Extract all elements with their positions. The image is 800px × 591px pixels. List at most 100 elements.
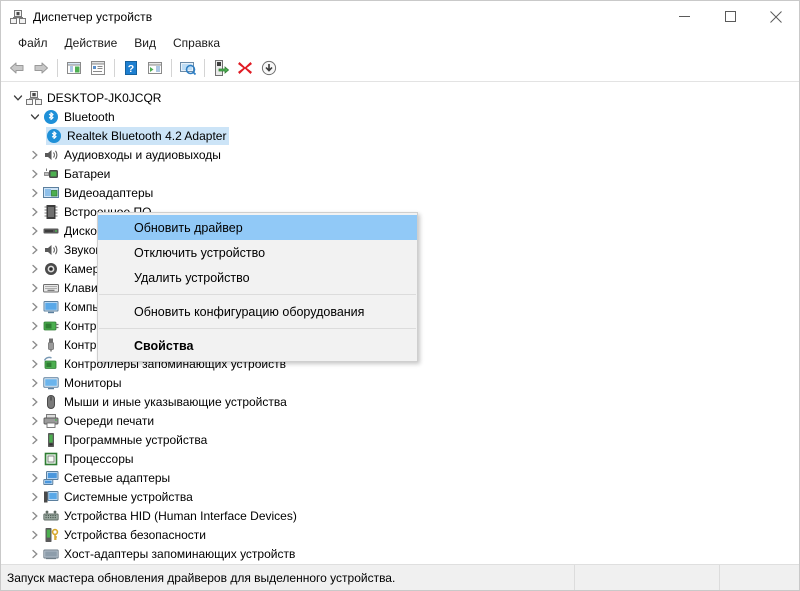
show-hide-console-tree-button[interactable] [62, 56, 86, 79]
window-title: Диспетчер устройств [33, 9, 153, 24]
uninstall-device-button[interactable] [233, 56, 257, 79]
ctx-disable-device[interactable]: Отключить устройство [98, 240, 417, 265]
disk-drive-icon [43, 223, 59, 239]
tree-row-label: Системные устройства [64, 489, 193, 504]
tree-row-label: Видеоадаптеры [64, 185, 154, 200]
tree-row-system-devices[interactable]: Системные устройства [1, 487, 799, 506]
storage-controller-icon [43, 356, 59, 372]
sound-icon [43, 242, 59, 258]
chevron-right-icon[interactable] [27, 413, 43, 429]
audio-icon [43, 147, 59, 163]
tree-row-label: Устройства безопасности [64, 527, 206, 542]
tree-row-network-adapters[interactable]: Сетевые адаптеры [1, 468, 799, 487]
menu-file[interactable]: Файл [10, 34, 56, 52]
menu-help[interactable]: Справка [165, 34, 228, 52]
toolbar-separator [171, 58, 172, 77]
chevron-right-icon[interactable] [27, 337, 43, 353]
scan-hardware-changes-button[interactable] [176, 56, 200, 79]
tree-row-label: Сетевые адаптеры [64, 470, 171, 485]
ctx-scan-hardware-changes[interactable]: Обновить конфигурацию оборудования [98, 299, 417, 324]
maximize-button[interactable] [707, 2, 753, 32]
back-button[interactable] [5, 56, 29, 79]
tree-row-label: Аудиовходы и аудиовыходы [64, 147, 221, 162]
chevron-right-icon[interactable] [27, 147, 43, 163]
disable-device-icon [261, 60, 277, 75]
tree-row-hid-devices[interactable]: Устройства HID (Human Interface Devices) [1, 506, 799, 525]
properties-icon [91, 60, 105, 75]
tree-row-label: Realtek Bluetooth 4.2 Adapter [67, 128, 227, 143]
chevron-right-icon[interactable] [27, 223, 43, 239]
forward-button[interactable] [29, 56, 53, 79]
computer-root-icon [26, 90, 42, 106]
tree-row-print-queues[interactable]: Очереди печати [1, 411, 799, 430]
tree-row-audio[interactable]: Аудиовходы и аудиовыходы [1, 145, 799, 164]
tree-row-processors[interactable]: Процессоры [1, 449, 799, 468]
tree-row-security-devices[interactable]: Устройства безопасности [1, 525, 799, 544]
help-button[interactable]: ? [119, 56, 143, 79]
tree-row-mice-pointing-devices[interactable]: Мыши и иные указывающие устройства [1, 392, 799, 411]
ctx-uninstall-device[interactable]: Удалить устройство [98, 265, 417, 290]
tree-row-batteries[interactable]: Батареи [1, 164, 799, 183]
tree-row-monitors[interactable]: Мониторы [1, 373, 799, 392]
tree-row-label: Мониторы [64, 375, 122, 390]
tree-row-label: Устройства HID (Human Interface Devices) [64, 508, 297, 523]
tree-row-selected-device[interactable]: Realtek Bluetooth 4.2 Adapter [1, 126, 799, 145]
security-device-icon [43, 527, 59, 543]
properties-button[interactable] [86, 56, 110, 79]
chevron-right-icon[interactable] [27, 375, 43, 391]
ctx-properties[interactable]: Свойства [98, 333, 417, 358]
chevron-right-icon[interactable] [27, 166, 43, 182]
menu-action[interactable]: Действие [57, 34, 126, 52]
chevron-right-icon[interactable] [27, 546, 43, 562]
host-adapter-icon [43, 546, 59, 562]
chevron-right-icon[interactable] [27, 394, 43, 410]
update-driver-button[interactable] [209, 56, 233, 79]
chevron-right-icon[interactable] [27, 299, 43, 315]
network-adapter-icon [43, 470, 59, 486]
chevron-right-icon[interactable] [27, 470, 43, 486]
back-icon [10, 62, 24, 73]
chevron-right-icon[interactable] [27, 527, 43, 543]
chevron-right-icon[interactable] [27, 318, 43, 334]
chevron-down-icon[interactable] [10, 90, 26, 106]
chevron-down-icon[interactable] [27, 109, 43, 125]
show-hide-action-pane-icon [148, 61, 162, 74]
tree-row-root[interactable]: DESKTOP-JK0JCQR [1, 88, 799, 107]
status-bar: Запуск мастера обновления драйверов для … [1, 564, 799, 590]
close-button[interactable] [753, 2, 799, 32]
device-tree-pane[interactable]: DESKTOP-JK0JCQR Bluetooth Realtek Blueto… [1, 82, 799, 564]
chevron-right-icon[interactable] [27, 489, 43, 505]
tree-row-software-devices[interactable]: Программные устройства [1, 430, 799, 449]
svg-text:?: ? [128, 63, 134, 75]
chevron-right-icon[interactable] [27, 185, 43, 201]
ide-controller-icon [43, 318, 59, 334]
toolbar-separator [114, 58, 115, 77]
disable-device-button[interactable] [257, 56, 281, 79]
tree-row-host-adapters[interactable]: Хост-адаптеры запоминающих устройств [1, 544, 799, 563]
context-menu[interactable]: Обновить драйвер Отключить устройство Уд… [97, 212, 418, 362]
keyboard-icon [43, 280, 59, 296]
tree-row-label: DESKTOP-JK0JCQR [47, 90, 162, 105]
tree-row-bluetooth[interactable]: Bluetooth [1, 107, 799, 126]
close-icon [770, 10, 782, 23]
monitor-icon [43, 375, 59, 391]
status-pane-3 [719, 565, 799, 590]
menu-view[interactable]: Вид [126, 34, 164, 52]
printer-icon [43, 413, 59, 429]
chevron-right-icon[interactable] [27, 508, 43, 524]
chevron-right-icon[interactable] [27, 432, 43, 448]
tree-row-display-adapters[interactable]: Видеоадаптеры [1, 183, 799, 202]
show-hide-action-pane-button[interactable] [143, 56, 167, 79]
chevron-right-icon[interactable] [27, 242, 43, 258]
chevron-right-icon[interactable] [27, 280, 43, 296]
status-pane-2 [574, 565, 719, 590]
chevron-right-icon[interactable] [27, 451, 43, 467]
toolbar-separator [204, 58, 205, 77]
forward-icon [34, 62, 48, 73]
chevron-right-icon[interactable] [27, 261, 43, 277]
chevron-right-icon[interactable] [27, 204, 43, 220]
minimize-button[interactable] [661, 2, 707, 32]
context-menu-separator [99, 328, 416, 329]
chevron-right-icon[interactable] [27, 356, 43, 372]
ctx-update-driver[interactable]: Обновить драйвер [98, 215, 417, 240]
